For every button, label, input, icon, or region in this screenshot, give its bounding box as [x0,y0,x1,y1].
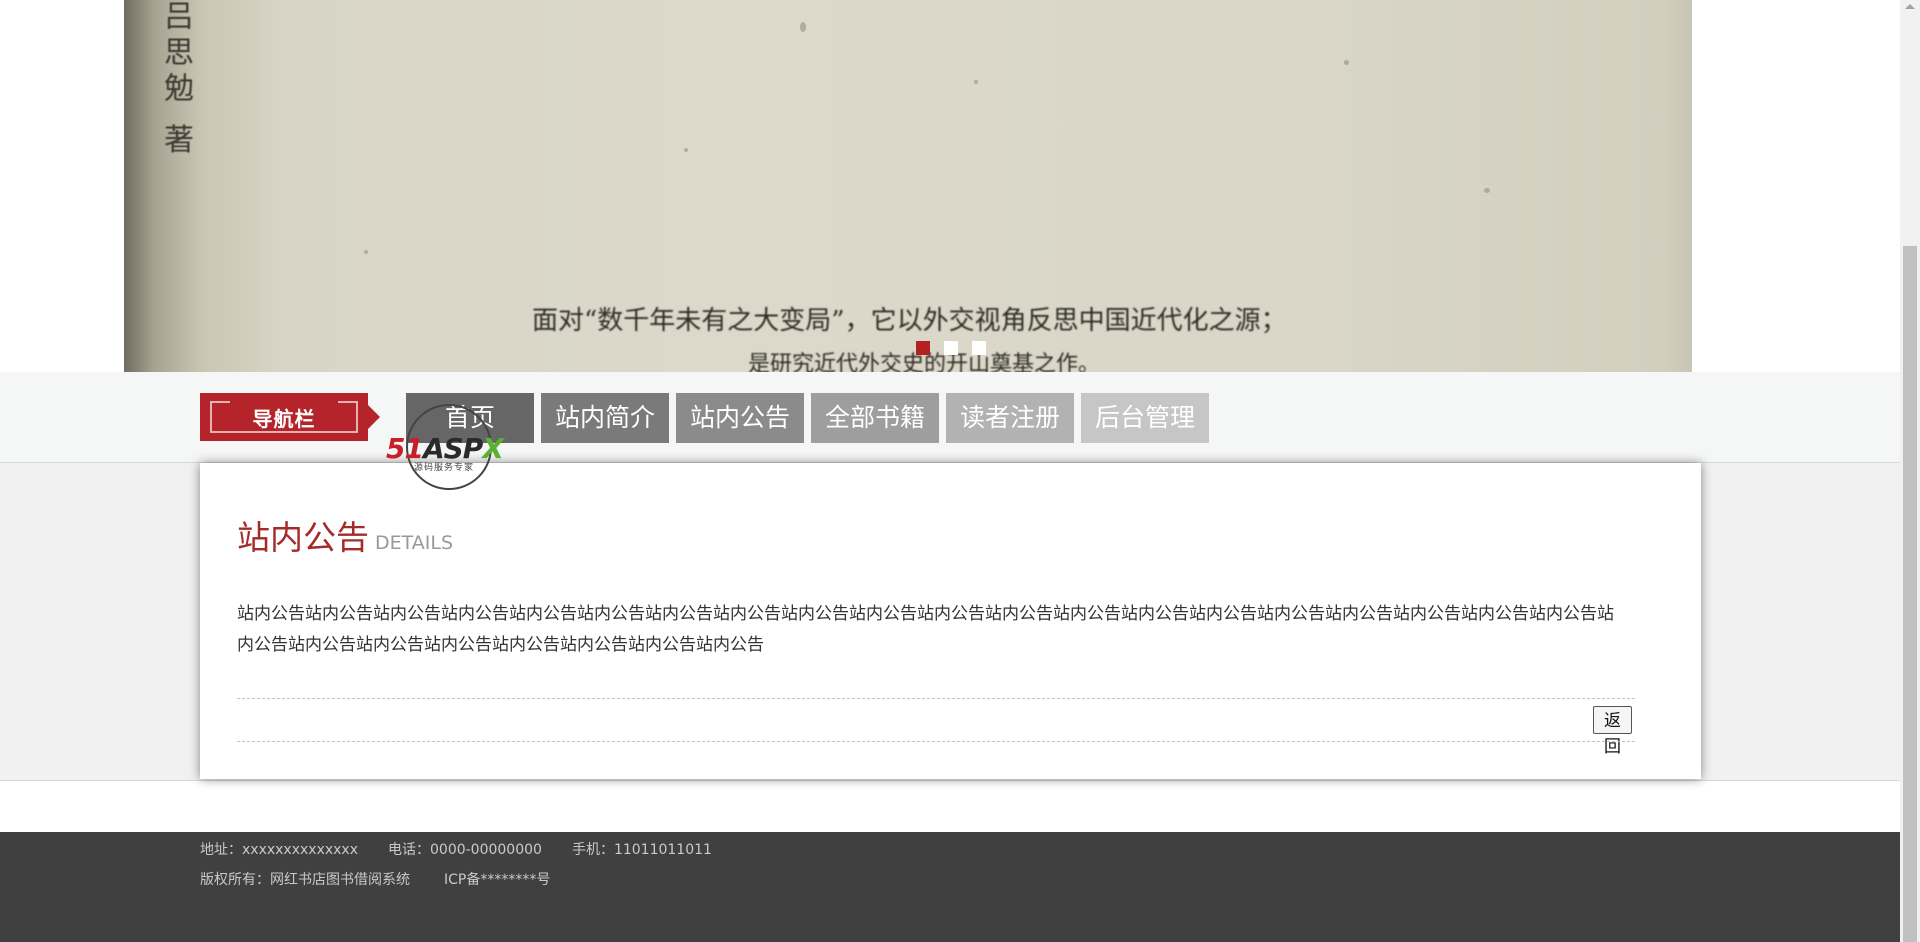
paper-speck [1484,188,1490,193]
slide-dot-1[interactable] [916,341,930,355]
banner-slideshow: 吕思勉 著 面对“数千年未有之大变局”，它以外交视角反思中国近代化之源； 是研究… [124,0,1692,372]
scrollbar-thumb[interactable] [1903,246,1917,942]
footer-mobile: 手机：11011011011 [571,842,712,858]
banner-author-text: 吕思勉 著 [158,0,193,160]
footer-phone: 电话：0000-00000000 [388,842,542,858]
announcement-body: 站内公告站内公告站内公告站内公告站内公告站内公告站内公告站内公告站内公告站内公告… [237,604,1614,655]
watermark-logo: 51ASPX 源码服务专家 [386,404,510,490]
scroll-up-icon[interactable] [1905,4,1915,9]
navigation-bar: 导航栏 首页 站内简介 站内公告 全部书籍 读者注册 后台管理 [0,372,1900,463]
nav-badge-label: 导航栏 [252,407,316,431]
back-button[interactable]: 返回 [1593,706,1632,756]
slide-indicators [916,341,986,355]
footer-contact-row: 地址：xxxxxxxxxxxxxx 电话：0000-00000000 手机：1101… [200,839,712,859]
nav-item-about[interactable]: 站内简介 [541,393,669,443]
page-subtitle: DETAILS [375,532,454,554]
divider [237,698,1635,699]
nav-item-announcements[interactable]: 站内公告 [676,393,804,443]
nav-badge: 导航栏 [200,393,380,441]
page-title: 站内公告 DETAILS [237,511,453,559]
announcement-card: 站内公告 DETAILS 站内公告站内公告站内公告站内公告站内公告站内公告站内公告… [200,463,1701,779]
paper-speck [364,250,368,254]
paper-speck [1344,60,1349,65]
logo-tagline: 源码服务专家 [414,463,475,473]
page-scrollbar[interactable] [1900,0,1920,942]
nav-item-all-books[interactable]: 全部书籍 [811,393,939,443]
slide-dot-2[interactable] [944,341,958,355]
nav-item-register[interactable]: 读者注册 [946,393,1074,443]
page-title-text: 站内公告 [237,518,369,557]
footer-icp: ICP备********号 [444,872,551,888]
footer: 地址：xxxxxxxxxxxxxx 电话：0000-00000000 手机：1101… [0,832,1900,942]
banner-caption: 面对“数千年未有之大变局”，它以外交视角反思中国近代化之源； [532,306,1287,336]
paper-speck [684,148,688,152]
slide-dot-3[interactable] [972,341,986,355]
footer-address: 地址：xxxxxxxxxxxxxx [200,842,358,858]
nav-item-admin[interactable]: 后台管理 [1081,393,1209,443]
divider [237,741,1635,742]
main-menu: 首页 站内简介 站内公告 全部书籍 读者注册 后台管理 [406,393,1209,443]
footer-copyright: 版权所有：网红书店图书借阅系统 [200,872,410,888]
paper-speck [974,80,978,84]
paper-speck [800,22,806,32]
footer-copyright-row: 版权所有：网红书店图书借阅系统 ICP备********号 [200,869,550,889]
